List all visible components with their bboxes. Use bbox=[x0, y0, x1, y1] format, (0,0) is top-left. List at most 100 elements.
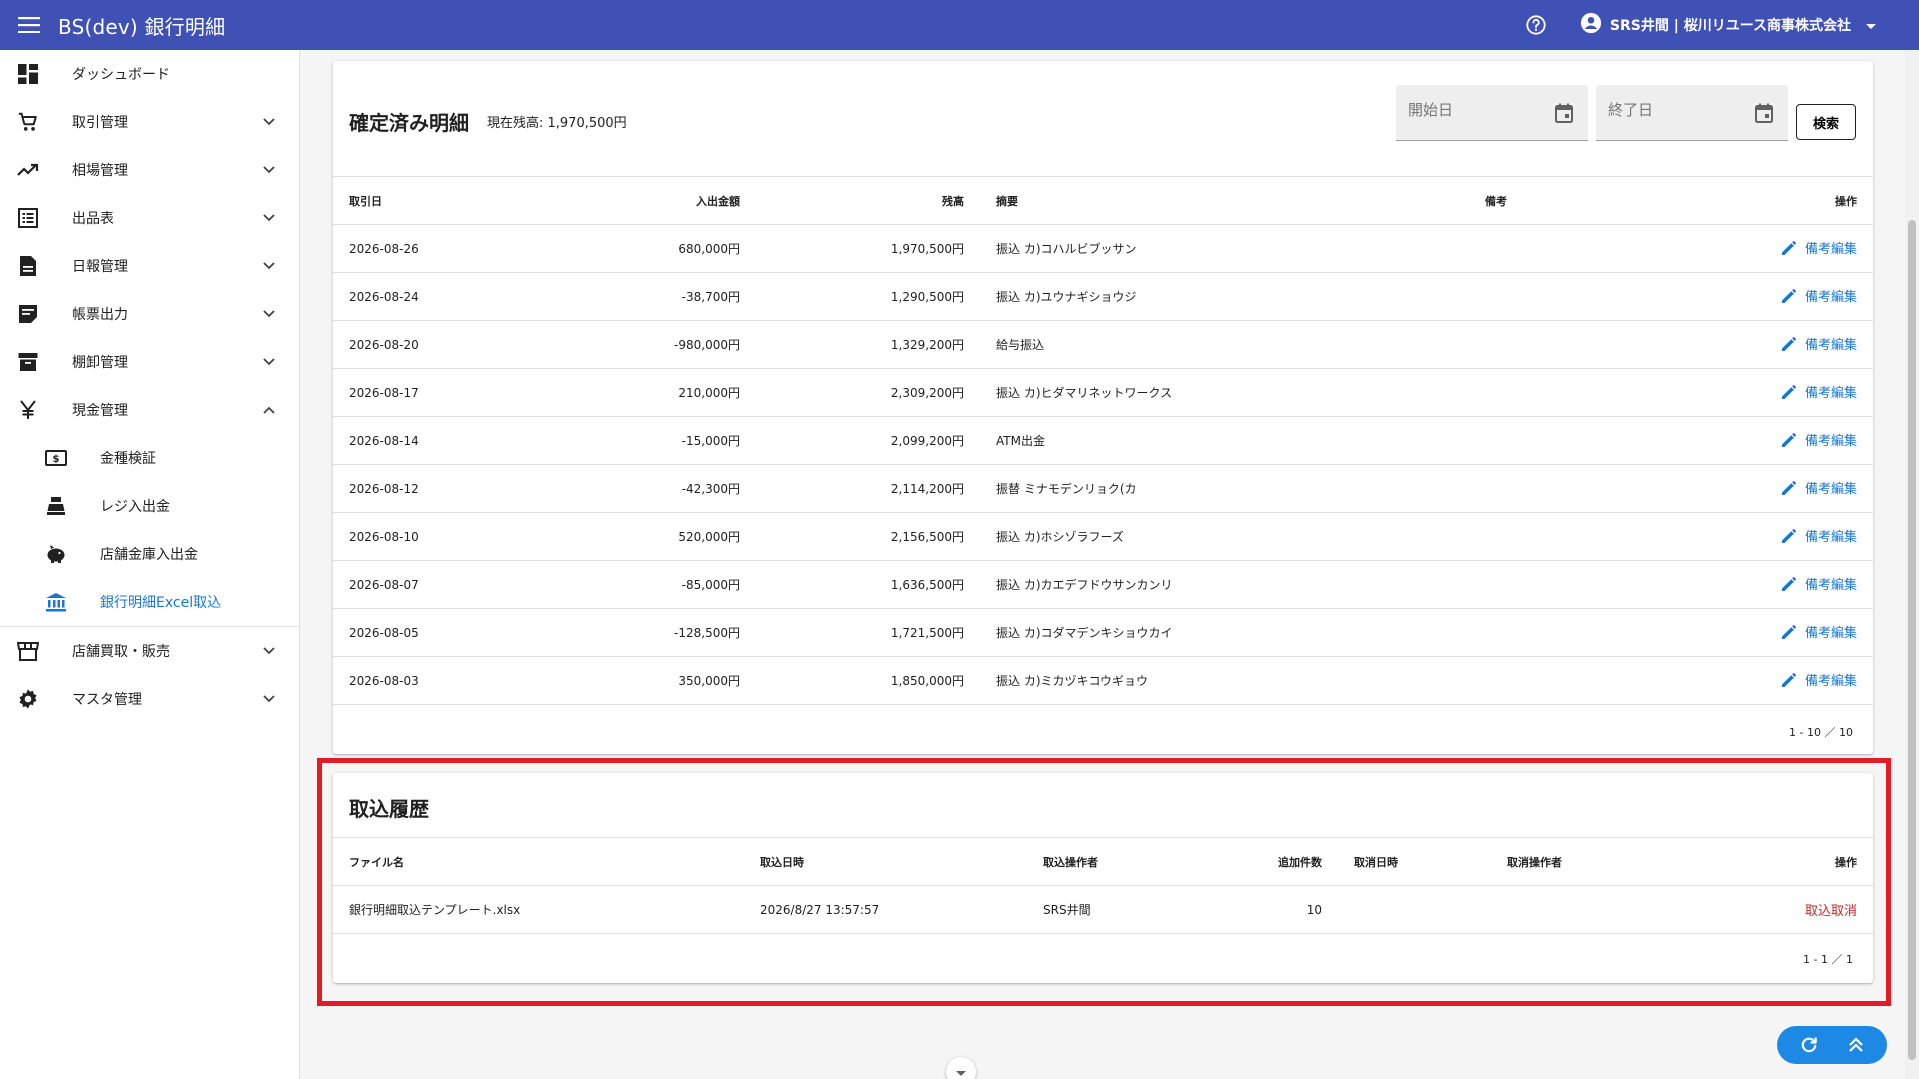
edit-note-button[interactable]: 備考編集 bbox=[1781, 430, 1857, 449]
pencil-icon bbox=[1781, 432, 1796, 447]
dashboard-icon bbox=[16, 62, 40, 86]
edit-note-button[interactable]: 備考編集 bbox=[1781, 382, 1857, 401]
piggy-bank-icon bbox=[44, 542, 68, 566]
user-menu[interactable]: SRS井間 | 桜川リユース商事株式会社 bbox=[1580, 12, 1877, 38]
transaction-date: 2026-08-10 bbox=[333, 512, 533, 561]
transaction-amount: 350,000円 bbox=[533, 656, 756, 705]
chevron-down-icon bbox=[955, 1063, 967, 1079]
edit-note-button[interactable]: 備考編集 bbox=[1781, 526, 1857, 545]
transaction-note bbox=[1469, 560, 1669, 609]
transaction-balance: 1,970,500円 bbox=[756, 224, 980, 273]
transaction-date: 2026-08-12 bbox=[333, 464, 533, 513]
transaction-amount: 210,000円 bbox=[533, 368, 756, 417]
sidebar-item-label: 帳票出力 bbox=[72, 307, 128, 323]
edit-note-label: 備考編集 bbox=[1804, 338, 1857, 354]
sidebar-item-label: 店舗金庫入出金 bbox=[100, 547, 198, 563]
scrollbar[interactable] bbox=[1905, 50, 1919, 1079]
transaction-balance: 1,290,500円 bbox=[756, 272, 980, 321]
sidebar-item-market[interactable]: 相場管理 bbox=[0, 146, 299, 194]
sidebar-item-label: マスタ管理 bbox=[72, 692, 142, 708]
cancel-import-link[interactable]: 取込取消 bbox=[1805, 904, 1857, 919]
yen-icon bbox=[16, 398, 40, 422]
transaction-balance: 2,309,200円 bbox=[756, 368, 980, 417]
sidebar: ダッシュボード 取引管理 相場管理 出品表 日報管理 帳票出力 棚卸管理 現金管… bbox=[0, 50, 300, 1079]
menu-icon[interactable] bbox=[0, 0, 58, 50]
sidebar-item-denomination[interactable]: $ 金種検証 bbox=[0, 434, 299, 482]
column-header[interactable]: 備考 bbox=[1469, 176, 1669, 225]
money-icon: $ bbox=[44, 446, 68, 470]
edit-note-button[interactable]: 備考編集 bbox=[1781, 622, 1857, 641]
column-header: 操作 bbox=[1669, 176, 1873, 225]
sidebar-item-daily-report[interactable]: 日報管理 bbox=[0, 242, 299, 290]
bank-icon bbox=[44, 590, 68, 614]
table-row: 2026-08-07 -85,000円 1,636,500円 振込 カ)カエデフドウサ… bbox=[333, 560, 1873, 609]
transaction-note bbox=[1469, 224, 1669, 273]
transaction-balance: 1,721,500円 bbox=[756, 608, 980, 657]
search-button[interactable]: 検索 bbox=[1796, 104, 1856, 140]
table-header-row: ファイル名 取込日時 取込操作者 追加件数 取消日時 取消操作者 操作 bbox=[333, 837, 1873, 886]
column-header[interactable]: 追加件数 bbox=[1198, 837, 1338, 886]
transaction-description: ATM出金 bbox=[980, 416, 1469, 465]
statements-table: 取引日 入出金額 残高 摘要 備考 操作 2026-08-26 680,000円 1… bbox=[333, 176, 1873, 705]
column-header[interactable]: 取込操作者 bbox=[1027, 837, 1198, 886]
scrollbar-thumb[interactable] bbox=[1908, 220, 1916, 1060]
column-header[interactable]: 入出金額 bbox=[533, 176, 756, 225]
transaction-description: 振込 カ)ユウナギショウジ bbox=[980, 272, 1469, 321]
current-balance: 現在残高: 1,970,500円 bbox=[487, 116, 627, 131]
sidebar-item-label: レジ入出金 bbox=[100, 499, 170, 515]
calendar-icon[interactable] bbox=[1552, 101, 1576, 125]
table-header-row: 取引日 入出金額 残高 摘要 備考 操作 bbox=[333, 176, 1873, 225]
help-icon[interactable] bbox=[1516, 5, 1556, 45]
sidebar-item-store-safe[interactable]: 店舗金庫入出金 bbox=[0, 530, 299, 578]
column-header[interactable]: ファイル名 bbox=[333, 837, 744, 886]
sidebar-item-dashboard[interactable]: ダッシュボード bbox=[0, 50, 299, 98]
pencil-icon bbox=[1781, 240, 1796, 255]
import-history-card: 取込履歴 ファイル名 取込日時 取込操作者 追加件数 取消日時 取消操作者 操作… bbox=[333, 773, 1873, 983]
chevron-down-icon bbox=[257, 302, 281, 326]
pencil-icon bbox=[1781, 288, 1796, 303]
end-date-input[interactable] bbox=[1608, 101, 1748, 119]
sidebar-item-label: 現金管理 bbox=[72, 403, 128, 419]
sidebar-item-store-trade[interactable]: 店舗買取・販売 bbox=[0, 627, 299, 675]
sidebar-item-listing[interactable]: 出品表 bbox=[0, 194, 299, 242]
storefront-icon bbox=[16, 639, 40, 663]
chevron-down-icon bbox=[257, 350, 281, 374]
table-row: 2026-08-14 -15,000円 2,099,200円 ATM出金 備考編集 bbox=[333, 416, 1873, 465]
end-date-field[interactable] bbox=[1596, 85, 1788, 141]
sidebar-item-transactions[interactable]: 取引管理 bbox=[0, 98, 299, 146]
sidebar-item-register[interactable]: レジ入出金 bbox=[0, 482, 299, 530]
edit-note-button[interactable]: 備考編集 bbox=[1781, 478, 1857, 497]
table-row: 銀行明細取込テンプレート.xlsx 2026/8/27 13:57:57 SRS… bbox=[333, 885, 1873, 934]
edit-note-button[interactable]: 備考編集 bbox=[1781, 286, 1857, 305]
column-header[interactable]: 取込日時 bbox=[744, 837, 1027, 886]
column-header[interactable]: 取引日 bbox=[333, 176, 533, 225]
scroll-top-icon[interactable] bbox=[1838, 1027, 1874, 1063]
column-header[interactable]: 取消日時 bbox=[1338, 837, 1491, 886]
sidebar-item-bank-import[interactable]: 銀行明細Excel取込 bbox=[0, 578, 299, 626]
start-date-field[interactable] bbox=[1396, 85, 1588, 141]
edit-note-button[interactable]: 備考編集 bbox=[1781, 574, 1857, 593]
edit-note-button[interactable]: 備考編集 bbox=[1781, 238, 1857, 257]
calendar-icon[interactable] bbox=[1752, 101, 1776, 125]
edit-note-button[interactable]: 備考編集 bbox=[1781, 670, 1857, 689]
edit-note-button[interactable]: 備考編集 bbox=[1781, 334, 1857, 353]
sidebar-item-master[interactable]: マスタ管理 bbox=[0, 675, 299, 723]
chevron-down-icon bbox=[257, 687, 281, 711]
sidebar-item-forms[interactable]: 帳票出力 bbox=[0, 290, 299, 338]
transaction-amount: -38,700円 bbox=[533, 272, 756, 321]
app-bar: BS(dev) 銀行明細 SRS井間 | 桜川リユース商事株式会社 bbox=[0, 0, 1919, 50]
scroll-down-button[interactable] bbox=[946, 1057, 976, 1079]
column-header[interactable]: 残高 bbox=[756, 176, 980, 225]
refresh-icon[interactable] bbox=[1791, 1027, 1827, 1063]
sidebar-item-inventory[interactable]: 棚卸管理 bbox=[0, 338, 299, 386]
column-header[interactable]: 摘要 bbox=[980, 176, 1469, 225]
table-row: 2026-08-10 520,000円 2,156,500円 振込 カ)ホシゾラフーズ… bbox=[333, 512, 1873, 561]
fab-group bbox=[1777, 1026, 1887, 1064]
table-row: 2026-08-03 350,000円 1,850,000円 振込 カ)ミカヅキコウギ… bbox=[333, 656, 1873, 705]
sidebar-item-cash[interactable]: 現金管理 bbox=[0, 386, 299, 434]
table-row: 2026-08-05 -128,500円 1,721,500円 振込 カ)コダマデンキ… bbox=[333, 608, 1873, 657]
column-header[interactable]: 取消操作者 bbox=[1491, 837, 1691, 886]
transaction-note bbox=[1469, 464, 1669, 513]
file-name: 銀行明細取込テンプレート.xlsx bbox=[333, 885, 744, 934]
start-date-input[interactable] bbox=[1408, 101, 1548, 119]
